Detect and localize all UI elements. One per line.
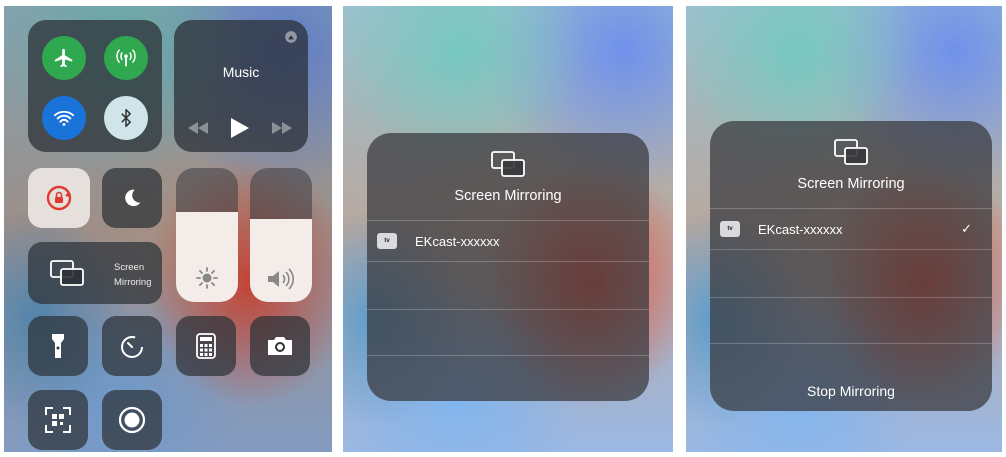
device-row[interactable]: tv EKcast-xxxxxx [367,221,649,261]
checkmark-icon: ✓ [961,221,972,236]
fast-forward-icon[interactable] [272,122,292,134]
device-row-selected[interactable]: tv EKcast-xxxxxx ✓ [710,209,992,249]
screen-mirroring-label-2: Mirroring [114,277,152,288]
calculator-button[interactable] [176,316,236,376]
wifi-icon [53,110,75,126]
volume-icon [268,268,294,290]
apple-tv-icon: tv [377,233,397,249]
timer-icon [121,336,143,358]
music-block: Music [174,20,308,152]
cellular-icon [116,49,136,67]
sheet-title: Screen Mirroring [797,176,905,192]
brightness-icon [196,267,218,289]
bluetooth-icon [121,108,131,128]
camera-icon [268,337,292,355]
flashlight-icon [52,334,64,358]
device-name: EKcast-xxxxxx [758,221,843,237]
device-name: EKcast-xxxxxx [415,233,500,249]
stop-mirroring-button[interactable]: Stop Mirroring [710,383,992,399]
screen-mirroring-label: Screen [114,262,145,273]
screen-mirroring-sheet: Screen Mirroring tv EKcast-xxxxxx [367,133,649,401]
qr-scanner-button[interactable] [28,390,88,450]
screen-mirroring-tile[interactable]: Screen Mirroring [28,242,162,304]
wifi-toggle[interactable] [42,96,86,140]
screen-mirroring-connected-panel: Screen Mirroring tv EKcast-xxxxxx ✓ Stop… [686,6,1002,452]
do-not-disturb-toggle[interactable] [102,168,162,228]
qr-scanner-icon [45,407,71,433]
brightness-slider[interactable] [176,168,238,302]
connectivity-block [28,20,162,152]
volume-slider[interactable] [250,168,312,302]
screen-mirroring-sheet: Screen Mirroring tv EKcast-xxxxxx ✓ Stop… [710,121,992,411]
bluetooth-toggle[interactable] [104,96,148,140]
screen-mirroring-icon [834,139,868,165]
screen-mirroring-icon [50,260,84,286]
airplane-mode-toggle[interactable] [42,36,86,80]
orientation-lock-toggle[interactable] [28,168,90,228]
cellular-data-toggle[interactable] [104,36,148,80]
screen-record-icon [118,406,146,434]
rewind-icon[interactable] [188,122,208,134]
screen-mirroring-icon [491,151,525,177]
camera-button[interactable] [250,316,310,376]
screen-record-button[interactable] [102,390,162,450]
apple-tv-icon: tv [720,221,740,237]
calculator-icon [196,333,216,359]
moon-icon [125,189,141,207]
music-title: Music [222,64,260,80]
flashlight-button[interactable] [28,316,88,376]
timer-button[interactable] [102,316,162,376]
screen-mirroring-list-panel: Screen Mirroring tv EKcast-xxxxxx [343,6,673,452]
control-center-panel: Music Screen Mirroring [4,6,332,452]
airplay-icon[interactable] [284,30,298,44]
play-icon[interactable] [231,118,249,138]
orientation-lock-icon [46,185,72,211]
sheet-title: Screen Mirroring [454,188,562,204]
airplane-icon [54,48,73,68]
